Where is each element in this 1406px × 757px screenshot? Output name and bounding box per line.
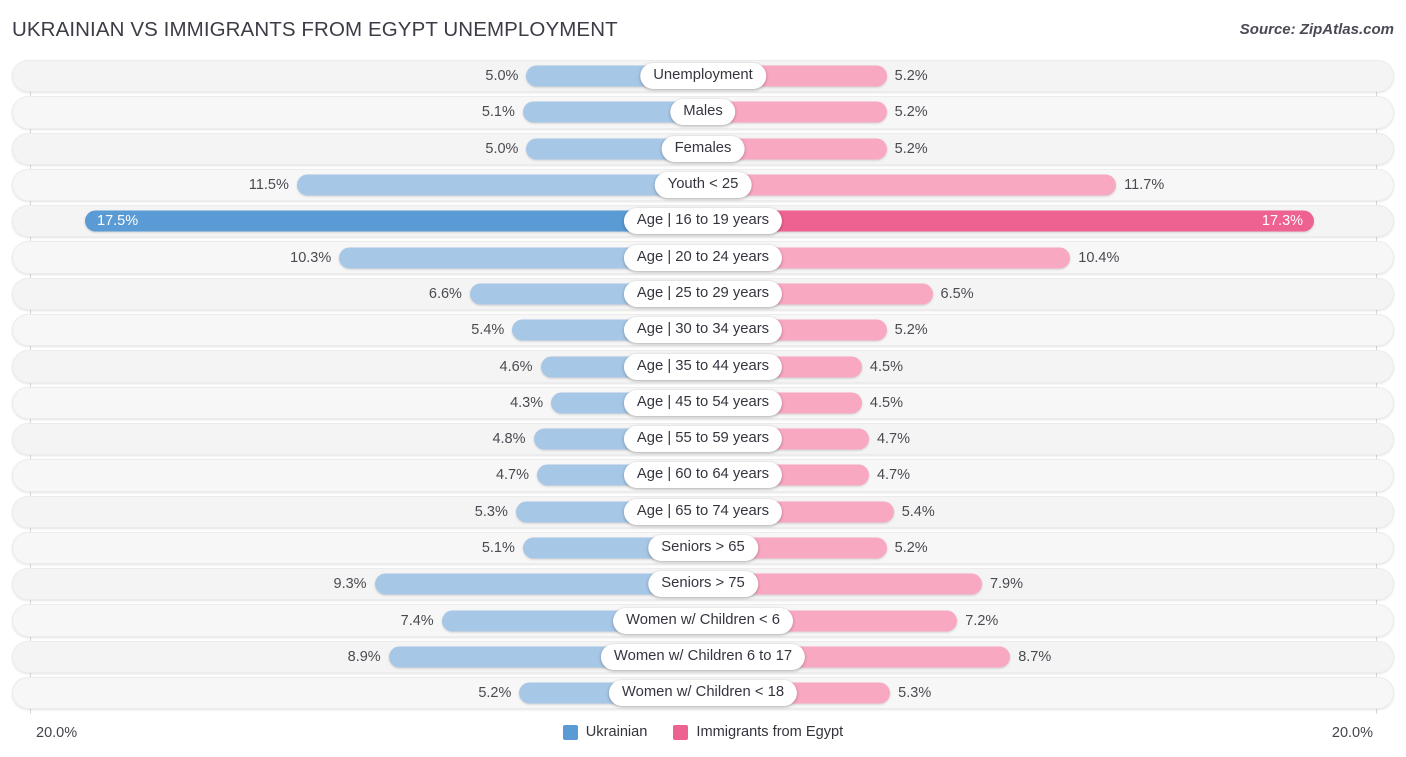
category-label: Women w/ Children < 18 <box>608 680 798 707</box>
value-label-immigrants-from-egypt: 5.3% <box>898 685 932 702</box>
chart-area: 5.0% 5.2% Unemployment 5.1% 5.2% Males 5.0% 5.2… <box>0 58 1406 718</box>
chart-row: 5.0% 5.2% Females <box>0 131 1406 167</box>
value-label-ukrainian: 11.5% <box>248 177 289 194</box>
category-label: Age | 30 to 34 years <box>623 317 783 344</box>
value-label-immigrants-from-egypt: 17.3% <box>1261 213 1304 230</box>
value-label-immigrants-from-egypt: 6.5% <box>940 285 974 302</box>
chart-row: 4.7% 4.7% Age | 60 to 64 years <box>0 457 1406 493</box>
bar-immigrants-from-egypt <box>703 174 1117 196</box>
value-label-immigrants-from-egypt: 5.2% <box>894 140 928 157</box>
legend-swatch-icon <box>673 724 689 740</box>
category-label: Females <box>661 135 745 162</box>
category-label: Males <box>670 99 736 126</box>
value-label-immigrants-from-egypt: 7.9% <box>989 576 1024 593</box>
value-label-immigrants-from-egypt: 5.2% <box>894 540 928 556</box>
value-label-ukrainian: 9.3% <box>333 576 367 593</box>
value-label-ukrainian: 8.9% <box>347 648 381 665</box>
legend-item: Ukrainian <box>562 724 648 740</box>
value-label-immigrants-from-egypt: 4.5% <box>869 358 903 375</box>
value-label-immigrants-from-egypt: 4.7% <box>876 431 911 448</box>
category-label: Age | 35 to 44 years <box>623 353 783 380</box>
chart-row: 4.3% 4.5% Age | 45 to 54 years <box>0 385 1406 421</box>
page-header: UKRAINIAN VS IMMIGRANTS FROM EGYPT UNEMP… <box>0 0 1406 58</box>
chart-row: 7.4% 7.2% Women w/ Children < 6 <box>0 602 1406 638</box>
value-label-ukrainian: 4.6% <box>499 358 533 375</box>
chart-row: 5.0% 5.2% Unemployment <box>0 58 1406 94</box>
value-label-immigrants-from-egypt: 5.2% <box>894 322 928 339</box>
category-label: Age | 65 to 74 years <box>623 498 783 525</box>
legend-item: Immigrants from Egypt <box>673 724 843 740</box>
chart-row: 4.6% 4.5% Age | 35 to 44 years <box>0 348 1406 384</box>
value-label-immigrants-from-egypt: 5.2% <box>894 104 928 121</box>
category-label: Age | 16 to 19 years <box>623 208 783 235</box>
value-label-ukrainian: 5.3% <box>474 503 508 520</box>
chart-page: UKRAINIAN VS IMMIGRANTS FROM EGYPT UNEMP… <box>0 0 1406 757</box>
page-title: UKRAINIAN VS IMMIGRANTS FROM EGYPT UNEMP… <box>12 18 618 41</box>
chart-row: 10.3% 10.4% Age | 20 to 24 years <box>0 239 1406 275</box>
value-label-immigrants-from-egypt: 4.5% <box>869 394 903 411</box>
value-label-ukrainian: 17.5% <box>97 213 139 230</box>
legend-label: Immigrants from Egypt <box>696 724 844 740</box>
chart-legend: Ukrainian Immigrants from Egypt <box>0 724 1406 740</box>
value-label-ukrainian: 7.4% <box>400 612 434 629</box>
value-label-immigrants-from-egypt: 8.7% <box>1018 648 1052 665</box>
value-label-ukrainian: 4.8% <box>492 431 526 448</box>
value-label-immigrants-from-egypt: 5.4% <box>901 503 935 520</box>
value-label-ukrainian: 6.6% <box>428 285 462 302</box>
value-label-immigrants-from-egypt: 4.7% <box>876 467 911 484</box>
chart-row: 17.5% 17.3% Age | 16 to 19 years <box>0 203 1406 239</box>
value-label-immigrants-from-egypt: 10.4% <box>1078 249 1120 266</box>
value-label-ukrainian: 5.0% <box>485 140 519 157</box>
source-attribution: Source: ZipAtlas.com <box>1239 21 1394 38</box>
value-label-ukrainian: 4.3% <box>510 394 544 411</box>
value-label-immigrants-from-egypt: 11.7% <box>1124 177 1165 194</box>
value-label-immigrants-from-egypt: 5.2% <box>894 68 928 85</box>
value-label-ukrainian: 5.4% <box>471 322 505 339</box>
category-label: Women w/ Children 6 to 17 <box>600 643 806 670</box>
chart-rows: 5.0% 5.2% Unemployment 5.1% 5.2% Males 5.0% 5.2… <box>0 58 1406 711</box>
value-label-ukrainian: 5.2% <box>478 685 512 702</box>
value-label-ukrainian: 10.3% <box>290 249 332 266</box>
chart-row: 5.3% 5.4% Age | 65 to 74 years <box>0 494 1406 530</box>
bar-immigrants-from-egypt <box>703 210 1314 232</box>
chart-footer: 20.0% 20.0% Ukrainian Immigrants from Egy… <box>0 718 1406 757</box>
value-label-ukrainian: 4.7% <box>495 467 530 484</box>
chart-row: 6.6% 6.5% Age | 25 to 29 years <box>0 276 1406 312</box>
category-label: Age | 25 to 29 years <box>623 280 783 307</box>
category-label: Age | 45 to 54 years <box>623 389 783 416</box>
value-label-ukrainian: 5.0% <box>485 68 519 85</box>
category-label: Age | 60 to 64 years <box>623 462 783 489</box>
chart-row: 11.5% 11.7% Youth < 25 <box>0 167 1406 203</box>
category-label: Age | 20 to 24 years <box>623 244 783 271</box>
chart-row: 5.4% 5.2% Age | 30 to 34 years <box>0 312 1406 348</box>
bar-ukrainian <box>85 210 703 232</box>
bar-ukrainian <box>296 174 703 196</box>
value-label-ukrainian: 5.1% <box>481 540 515 556</box>
category-label: Women w/ Children < 6 <box>613 607 793 634</box>
chart-row: 5.1% 5.2% Seniors > 65 <box>0 530 1406 566</box>
chart-row: 5.2% 5.3% Women w/ Children < 18 <box>0 675 1406 711</box>
category-label: Youth < 25 <box>654 172 752 199</box>
category-label: Age | 55 to 59 years <box>623 426 783 453</box>
chart-row: 5.1% 5.2% Males <box>0 94 1406 130</box>
value-label-ukrainian: 5.1% <box>481 104 515 121</box>
category-label: Unemployment <box>640 63 766 90</box>
category-label: Seniors > 65 <box>648 535 758 561</box>
chart-row: 4.8% 4.7% Age | 55 to 59 years <box>0 421 1406 457</box>
chart-row: 8.9% 8.7% Women w/ Children 6 to 17 <box>0 639 1406 675</box>
legend-swatch-icon <box>562 724 578 740</box>
category-label: Seniors > 75 <box>648 571 758 598</box>
legend-label: Ukrainian <box>585 724 648 740</box>
value-label-immigrants-from-egypt: 7.2% <box>965 612 999 629</box>
chart-row: 9.3% 7.9% Seniors > 75 <box>0 566 1406 602</box>
